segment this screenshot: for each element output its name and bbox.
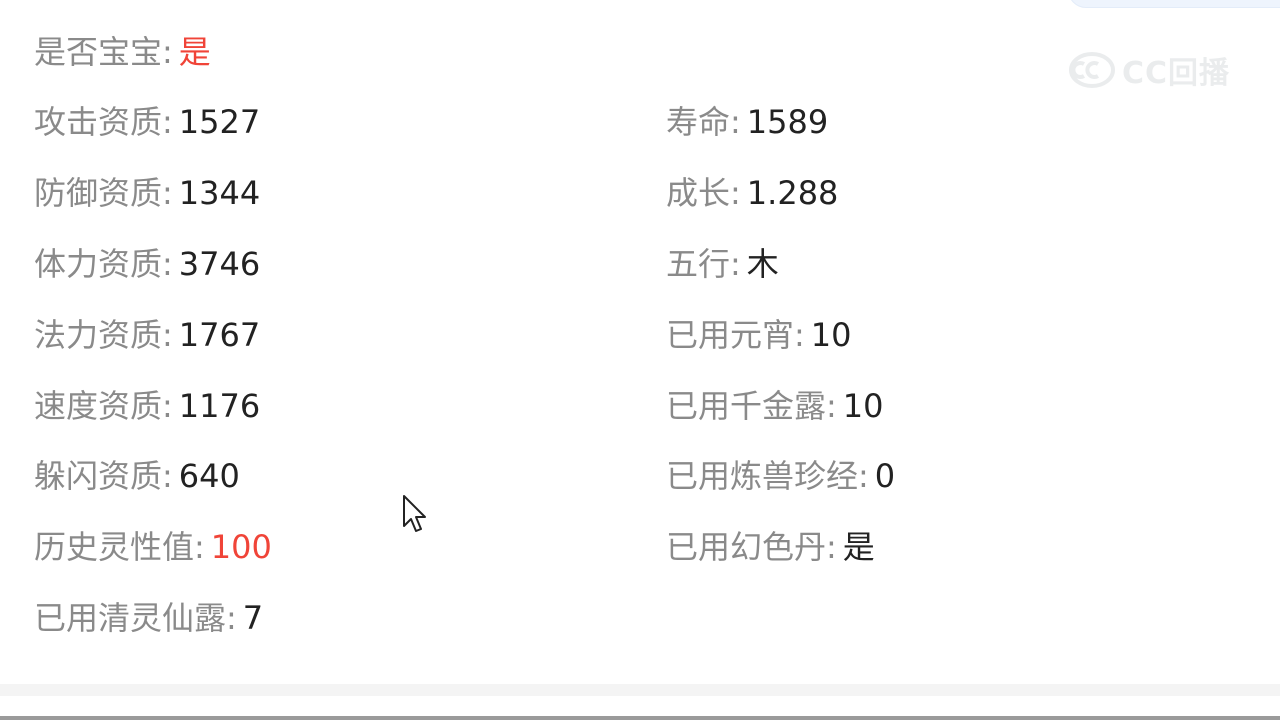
bottom-border (0, 716, 1280, 720)
attr-value: 10 (842, 387, 884, 425)
attr-value: 1527 (178, 103, 261, 141)
attack-aptitude-row: 攻击资质: 1527 (34, 98, 260, 146)
used-color-pill-row: 已用幻色丹: 是 (666, 523, 875, 571)
attr-label: 防御资质: (34, 174, 173, 212)
attr-label: 躲闪资质: (34, 457, 173, 495)
lifespan-row: 寿命: 1589 (666, 98, 828, 146)
used-qingling-dew-row: 已用清灵仙露: 7 (34, 594, 263, 642)
attr-label: 已用元宵: (666, 316, 805, 354)
pet-attributes-panel: CC回播 是否宝宝: 是 攻击资质: 1527 防御资质: 1344 体力资质: 374… (0, 0, 1280, 720)
attr-label: 已用幻色丹: (666, 528, 837, 566)
attr-label: 已用千金露: (666, 387, 837, 425)
defense-aptitude-row: 防御资质: 1344 (34, 169, 260, 217)
watermark: CC回播 (1068, 46, 1248, 94)
speed-aptitude-row: 速度资质: 1176 (34, 382, 260, 430)
attr-value: 1767 (178, 316, 261, 354)
attr-label: 法力资质: (34, 316, 173, 354)
footer-divider (0, 684, 1280, 696)
magic-aptitude-row: 法力资质: 1767 (34, 311, 260, 359)
dodge-aptitude-row: 躲闪资质: 640 (34, 452, 240, 500)
is-baby-value: 是 (178, 33, 211, 71)
attr-label: 已用炼兽珍经: (666, 457, 869, 495)
used-qianjin-dew-row: 已用千金露: 10 (666, 382, 884, 430)
attr-value: 是 (842, 528, 875, 566)
attr-label: 历史灵性值: (34, 528, 205, 566)
attr-label: 体力资质: (34, 245, 173, 283)
attr-label: 寿命: (666, 103, 741, 141)
stamina-aptitude-row: 体力资质: 3746 (34, 240, 260, 288)
growth-row: 成长: 1.288 (666, 169, 838, 217)
used-beast-scripture-row: 已用炼兽珍经: 0 (666, 452, 895, 500)
attr-value: 7 (242, 599, 264, 637)
attr-value: 3746 (178, 245, 261, 283)
attr-label: 攻击资质: (34, 103, 173, 141)
is-baby-label: 是否宝宝: (34, 33, 173, 71)
attr-value: 1344 (178, 174, 261, 212)
attr-value: 100 (210, 528, 272, 566)
attr-label: 五行: (666, 245, 741, 283)
attr-label: 成长: (666, 174, 741, 212)
element-row: 五行: 木 (666, 240, 779, 288)
mouse-cursor-icon (403, 495, 426, 532)
cc-logo-icon (1069, 52, 1115, 88)
is-baby-row: 是否宝宝: 是 (34, 28, 211, 76)
top-right-pill-shape (1068, 0, 1280, 8)
watermark-text: CC回播 (1122, 56, 1231, 91)
attr-value: 10 (810, 316, 852, 354)
attr-label: 速度资质: (34, 387, 173, 425)
attr-value: 1.288 (746, 174, 839, 212)
used-yuanxiao-row: 已用元宵: 10 (666, 311, 852, 359)
attr-value: 木 (746, 245, 779, 283)
attr-value: 640 (178, 457, 240, 495)
attr-value: 1176 (178, 387, 261, 425)
history-spirit-row: 历史灵性值: 100 (34, 523, 272, 571)
attr-value: 0 (874, 457, 896, 495)
attr-label: 已用清灵仙露: (34, 599, 237, 637)
attr-value: 1589 (746, 103, 829, 141)
